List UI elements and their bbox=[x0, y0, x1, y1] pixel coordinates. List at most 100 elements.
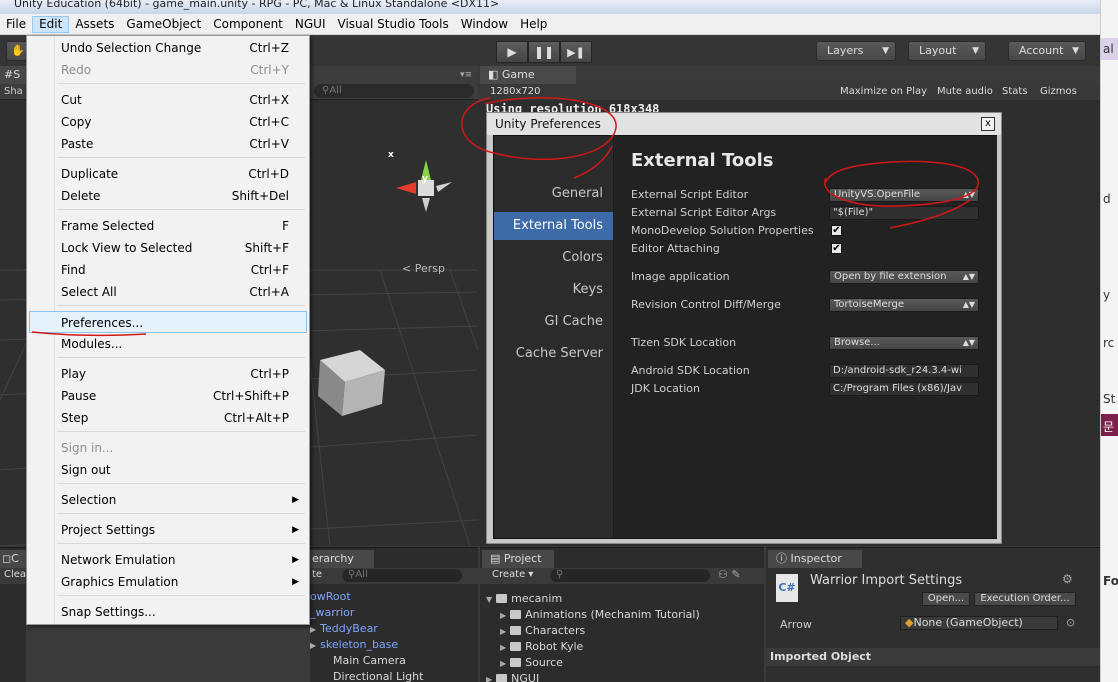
gizmos-dropdown[interactable]: Gizmos bbox=[1040, 86, 1077, 97]
section-external-tools[interactable]: External Tools bbox=[494, 212, 613, 240]
section-cache-server[interactable]: Cache Server bbox=[494, 340, 613, 368]
editor-attaching-checkbox[interactable]: ✔ bbox=[831, 243, 842, 254]
tab-hierarchy[interactable]: erarchy bbox=[310, 550, 374, 568]
menu-item-find[interactable]: Find Ctrl+F bbox=[29, 259, 307, 281]
expand-triangle-icon[interactable]: ▼ bbox=[486, 595, 492, 604]
close-button[interactable]: x bbox=[981, 117, 995, 131]
expand-triangle-icon[interactable]: ▶ bbox=[500, 643, 506, 652]
section-gi-cache[interactable]: GI Cache bbox=[494, 308, 613, 336]
menu-item-select-all[interactable]: Select All Ctrl+A bbox=[29, 281, 307, 303]
menu-item-network-emulation[interactable]: Network Emulation ▶ bbox=[29, 549, 307, 571]
scene-search-input[interactable]: ⚲All bbox=[314, 84, 474, 98]
hierarchy-create-dropdown[interactable]: te bbox=[312, 569, 322, 580]
expand-triangle-icon[interactable]: ▶ bbox=[500, 659, 506, 668]
menu-item-duplicate[interactable]: Duplicate Ctrl+D bbox=[29, 163, 307, 185]
hierarchy-item[interactable]: Directional Light bbox=[310, 670, 423, 682]
hierarchy-item[interactable]: owRoot bbox=[310, 590, 351, 603]
section-keys[interactable]: Keys bbox=[494, 276, 613, 304]
menu-item-step[interactable]: Step Ctrl+Alt+P bbox=[29, 407, 307, 429]
script-editor-args-input[interactable]: "$(File)" bbox=[829, 206, 979, 220]
tab-inspector[interactable]: ⓘ Inspector bbox=[768, 550, 862, 568]
revision-diff-dropdown[interactable]: TortoiseMerge ▲▼ bbox=[829, 298, 979, 312]
hand-tool-button[interactable]: ✋ bbox=[6, 41, 28, 61]
stats-toggle[interactable]: Stats bbox=[1002, 86, 1028, 97]
menu-item-redo[interactable]: Redo Ctrl+Y bbox=[29, 59, 307, 81]
pause-button[interactable]: ❚❚ bbox=[528, 41, 560, 63]
arrow-object-field[interactable]: ◆None (GameObject) bbox=[900, 616, 1058, 630]
execution-order-button[interactable]: Execution Order... bbox=[974, 592, 1076, 606]
menu-item-undo[interactable]: Undo Selection Change Ctrl+Z bbox=[29, 37, 307, 59]
play-button[interactable]: ▶ bbox=[496, 41, 528, 63]
clear-button[interactable]: Clea bbox=[4, 569, 26, 580]
tab-game[interactable]: ◧ Game bbox=[480, 66, 576, 84]
menu-edit[interactable]: Edit bbox=[32, 15, 70, 33]
mute-audio-toggle[interactable]: Mute audio bbox=[937, 86, 993, 97]
jdk-location-input[interactable]: C:/Program Files (x86)/Jav bbox=[829, 382, 979, 396]
filter-icon[interactable]: ⚇ ✎ bbox=[718, 568, 741, 581]
menu-item-paste[interactable]: Paste Ctrl+V bbox=[29, 133, 307, 155]
menu-item-snap-settings[interactable]: Snap Settings... bbox=[29, 601, 307, 623]
expand-triangle-icon[interactable]: ▶ bbox=[500, 627, 506, 636]
preferences-title-bar[interactable]: Unity Preferences bbox=[487, 113, 1001, 135]
menu-item-cut[interactable]: Cut Ctrl+X bbox=[29, 89, 307, 111]
expand-triangle-icon[interactable]: ▶ bbox=[310, 625, 316, 634]
menu-file[interactable]: File bbox=[0, 15, 32, 34]
menu-item-lock-view[interactable]: Lock View to Selected Shift+F bbox=[29, 237, 307, 259]
project-folder[interactable]: ▶ Robot Kyle bbox=[500, 640, 583, 653]
expand-triangle-icon[interactable]: ▶ bbox=[310, 641, 316, 650]
hierarchy-search-input[interactable]: ⚲All bbox=[342, 569, 462, 582]
step-button[interactable]: ▶❚ bbox=[560, 41, 592, 63]
menu-item-sign-in[interactable]: Sign in... bbox=[29, 437, 307, 459]
expand-triangle-icon[interactable]: ▶ bbox=[500, 611, 506, 620]
layers-dropdown[interactable]: Layers ▼ bbox=[816, 41, 896, 61]
menu-item-play[interactable]: Play Ctrl+P bbox=[29, 363, 307, 385]
menu-item-preferences[interactable]: Preferences... bbox=[29, 311, 307, 333]
menu-ngui[interactable]: NGUI bbox=[289, 15, 332, 34]
account-dropdown[interactable]: Account ▼ bbox=[1008, 41, 1086, 61]
open-button[interactable]: Open... bbox=[922, 592, 970, 606]
menu-item-sign-out[interactable]: Sign out bbox=[29, 459, 307, 481]
menu-item-frame-selected[interactable]: Frame Selected F bbox=[29, 215, 307, 237]
menu-window[interactable]: Window bbox=[455, 15, 514, 34]
menu-item-pause[interactable]: Pause Ctrl+Shift+P bbox=[29, 385, 307, 407]
project-folder[interactable]: ▶ NGUI bbox=[486, 672, 539, 682]
project-folder[interactable]: ▶ Characters bbox=[500, 624, 585, 637]
hierarchy-item[interactable]: ▶ TeddyBear bbox=[310, 622, 378, 635]
project-search-input[interactable]: ⚲ bbox=[550, 569, 710, 582]
project-folder[interactable]: ▼ mecanim bbox=[486, 592, 562, 605]
section-general[interactable]: General bbox=[494, 180, 613, 208]
shaded-dropdown[interactable]: Sha bbox=[4, 86, 23, 97]
menu-item-graphics-emulation[interactable]: Graphics Emulation ▶ bbox=[29, 571, 307, 593]
layout-dropdown[interactable]: Layout ▼ bbox=[908, 41, 986, 61]
image-application-dropdown[interactable]: Open by file extension ▲▼ bbox=[829, 270, 979, 284]
section-colors[interactable]: Colors bbox=[494, 244, 613, 272]
hierarchy-item[interactable]: _warrior bbox=[310, 606, 354, 619]
panel-menu-icon[interactable]: ▾≡ bbox=[460, 70, 472, 80]
menu-help[interactable]: Help bbox=[514, 15, 553, 34]
resolution-dropdown[interactable]: 1280x720 bbox=[490, 86, 540, 97]
menu-component[interactable]: Component bbox=[207, 15, 289, 34]
object-picker-icon[interactable]: ⊙ bbox=[1066, 616, 1075, 629]
menu-assets[interactable]: Assets bbox=[69, 15, 120, 34]
project-folder[interactable]: ▶ Animations (Mechanim Tutorial) bbox=[500, 608, 700, 621]
android-sdk-input[interactable]: D:/android-sdk_r24.3.4-wi bbox=[829, 364, 979, 378]
menu-item-modules[interactable]: Modules... bbox=[29, 333, 307, 355]
menu-item-delete[interactable]: Delete Shift+Del bbox=[29, 185, 307, 207]
menu-item-copy[interactable]: Copy Ctrl+C bbox=[29, 111, 307, 133]
project-create-dropdown[interactable]: Create ▾ bbox=[492, 569, 533, 580]
hierarchy-item[interactable]: ▶ skeleton_base bbox=[310, 638, 398, 651]
gear-icon[interactable]: ⚙ bbox=[1062, 572, 1073, 586]
mono-solution-checkbox[interactable]: ✔ bbox=[831, 225, 842, 236]
hierarchy-item[interactable]: Main Camera bbox=[310, 654, 406, 667]
expand-triangle-icon[interactable]: ▶ bbox=[486, 675, 492, 682]
tab-console[interactable]: ◻C bbox=[0, 550, 26, 568]
perspective-label[interactable]: < Persp bbox=[402, 262, 445, 275]
menu-item-project-settings[interactable]: Project Settings ▶ bbox=[29, 519, 307, 541]
external-script-editor-dropdown[interactable]: UnityVS.OpenFile ▲▼ bbox=[829, 188, 979, 202]
menu-visual-studio-tools[interactable]: Visual Studio Tools bbox=[332, 15, 455, 34]
menu-gameobject[interactable]: GameObject bbox=[120, 15, 207, 34]
tizen-sdk-dropdown[interactable]: Browse... ▲▼ bbox=[829, 336, 979, 350]
menu-item-selection[interactable]: Selection ▶ bbox=[29, 489, 307, 511]
maximize-on-play-toggle[interactable]: Maximize on Play bbox=[840, 86, 927, 97]
project-folder[interactable]: ▶ Source bbox=[500, 656, 563, 669]
